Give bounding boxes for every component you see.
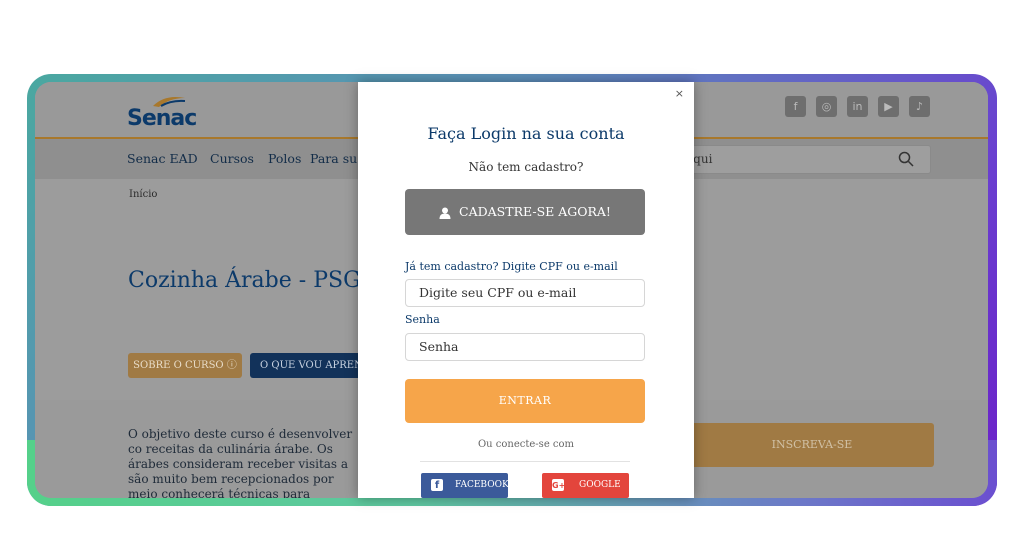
cpf-email-input[interactable]: Digite seu CPF ou e-mail [405,279,645,307]
instagram-icon[interactable]: ◎ [816,96,837,117]
inscreva-se-button[interactable]: INSCREVA-SE [690,423,934,467]
close-icon[interactable]: × [675,87,684,100]
nav-item-polos[interactable]: Polos [268,151,301,166]
sobre-label: SOBRE O CURSO [133,360,224,371]
youtube-icon[interactable]: ▶ [878,96,899,117]
google-plus-icon: G+ [552,479,566,491]
info-icon: ⓘ [226,360,237,371]
google-login-button[interactable]: G+ GOOGLE [542,473,629,498]
modal-title: Faça Login na sua conta [427,124,625,143]
nav-item-senac-ead[interactable]: Senac EAD [127,151,198,166]
entrar-button[interactable]: ENTRAR [405,379,645,423]
sobre-o-curso-button[interactable]: SOBRE O CURSO ⓘ [128,353,242,378]
login-modal: × Faça Login na sua conta Não tem cadast… [358,82,694,498]
modal-subtitle: Não tem cadastro? [468,160,584,174]
cadastre-label: CADASTRE-SE AGORA! [459,204,611,219]
cadastre-se-button[interactable]: CADASTRE-SE AGORA! [405,189,645,235]
course-description: O objetivo deste curso é desenvolver co … [128,427,353,498]
ou-conecte-label: Ou conecte-se com [477,439,575,450]
tiktok-icon[interactable]: ♪ [909,96,930,117]
search-icon[interactable] [898,151,914,167]
logo-text: Senac [127,106,197,131]
linkedin-icon[interactable]: in [847,96,868,117]
facebook-icon: f [431,479,443,491]
breadcrumb[interactable]: Início [129,189,157,200]
nav-item-cursos[interactable]: Cursos [210,151,254,166]
divider [420,461,630,462]
user-icon [439,207,451,219]
facebook-login-button[interactable]: f FACEBOOK [421,473,509,498]
password-label: Senha [405,313,440,326]
o-que-vou-aprender-button[interactable]: O QUE VOU APRENI [250,353,370,378]
google-label: GOOGLE [579,480,621,490]
facebook-label: FACEBOOK [455,480,509,490]
senac-logo[interactable]: Senac [127,94,207,131]
social-links: f ◎ in ▶ ♪ [785,96,930,117]
nav-item-para-sua[interactable]: Para su [310,151,357,166]
search-input[interactable]: aqui [675,145,931,174]
login-label: Já tem cadastro? Digite CPF ou e-mail [405,260,618,273]
facebook-icon[interactable]: f [785,96,806,117]
course-title: Cozinha Árabe - PSG [128,268,361,293]
password-input[interactable]: Senha [405,333,645,361]
